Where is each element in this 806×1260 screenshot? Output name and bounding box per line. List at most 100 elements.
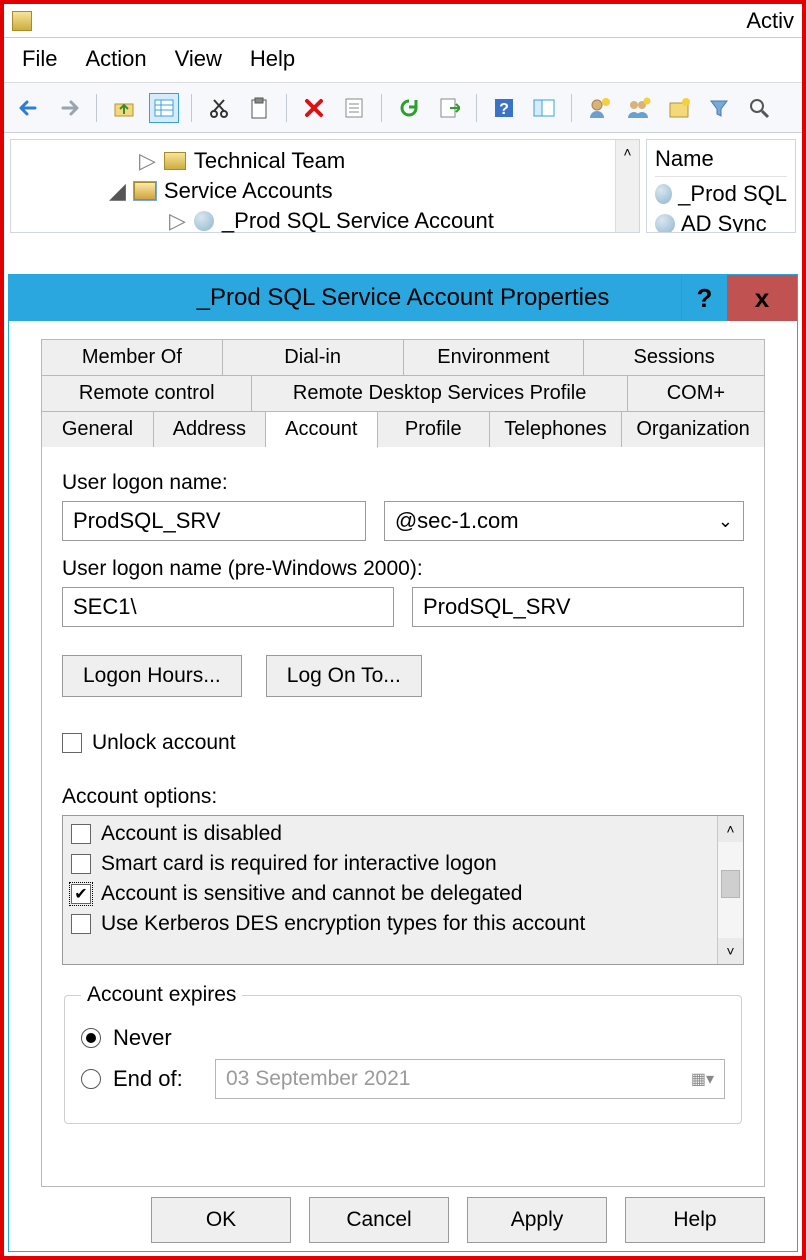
- tree-item-technical-team[interactable]: ▷ Technical Team: [21, 146, 629, 176]
- list-header-name[interactable]: Name: [655, 146, 787, 177]
- tree-label: Technical Team: [194, 148, 345, 174]
- refresh-icon[interactable]: [394, 93, 424, 123]
- filter-icon[interactable]: [704, 93, 734, 123]
- table-grid-icon[interactable]: [149, 93, 179, 123]
- tab-sessions[interactable]: Sessions: [584, 339, 765, 376]
- main-toolbar: ?: [4, 83, 802, 133]
- list-pane[interactable]: Name _Prod SQL AD Sync: [646, 139, 796, 233]
- main-menubar: File Action View Help: [4, 38, 802, 83]
- expires-never-label: Never: [113, 1025, 172, 1051]
- account-options-list[interactable]: Account is disabled Smart card is requir…: [62, 815, 744, 965]
- calendar-dropdown-icon: ▦▾: [691, 1069, 714, 1089]
- tree-pane[interactable]: ▷ Technical Team ◢ Service Accounts ▷ _P…: [10, 139, 640, 233]
- log-on-to-button[interactable]: Log On To...: [266, 655, 422, 697]
- pre2000-user-input[interactable]: ProdSQL_SRV: [412, 587, 744, 627]
- scroll-up-icon[interactable]: ˄: [718, 816, 743, 842]
- search-icon[interactable]: [744, 93, 774, 123]
- checkbox-icon: [71, 824, 91, 844]
- scroll-down-icon[interactable]: ˅: [718, 938, 743, 964]
- new-user-icon[interactable]: [584, 93, 614, 123]
- titlebar-help-button[interactable]: ?: [681, 275, 727, 321]
- user-icon: [194, 211, 214, 231]
- tree-item-service-accounts[interactable]: ◢ Service Accounts: [21, 176, 629, 206]
- menu-action[interactable]: Action: [85, 46, 146, 72]
- add-to-group-icon[interactable]: [624, 93, 654, 123]
- option-sensitive-no-delegation[interactable]: ✔ Account is sensitive and cannot be del…: [71, 882, 709, 906]
- toolbar-separator: [286, 94, 287, 122]
- expand-icon[interactable]: ▷: [169, 208, 186, 234]
- tree-item-prod-sql-service-account[interactable]: ▷ _Prod SQL Service Account: [21, 206, 629, 236]
- upn-suffix-combo[interactable]: @sec-1.com ⌄: [384, 501, 744, 541]
- ok-button[interactable]: OK: [151, 1197, 291, 1243]
- folder-icon: [164, 152, 186, 170]
- tab-organization[interactable]: Organization: [622, 411, 765, 448]
- tab-rds-profile[interactable]: Remote Desktop Services Profile: [252, 375, 627, 412]
- tab-member-of[interactable]: Member Of: [41, 339, 223, 376]
- back-arrow-icon[interactable]: [14, 93, 44, 123]
- tab-strip: Member Of Dial-in Environment Sessions R…: [41, 339, 765, 447]
- new-ou-icon[interactable]: [664, 93, 694, 123]
- scroll-up-icon[interactable]: ˄: [616, 140, 639, 164]
- pre2000-domain-input[interactable]: SEC1\: [62, 587, 394, 627]
- toolbar-separator: [476, 94, 477, 122]
- menu-help[interactable]: Help: [250, 46, 295, 72]
- radio-icon: [81, 1069, 101, 1089]
- forward-arrow-icon[interactable]: [54, 93, 84, 123]
- menu-file[interactable]: File: [22, 46, 57, 72]
- pre2000-label: User logon name (pre-Windows 2000):: [62, 557, 744, 581]
- details-pane-icon[interactable]: [529, 93, 559, 123]
- tab-profile[interactable]: Profile: [378, 411, 490, 448]
- tab-general[interactable]: General: [41, 411, 154, 448]
- expires-date-text: 03 September 2021: [226, 1067, 410, 1091]
- toolbar-separator: [191, 94, 192, 122]
- folder-icon: [134, 182, 156, 200]
- list-item-label: AD Sync: [681, 211, 767, 233]
- dialog-titlebar[interactable]: _Prod SQL Service Account Properties ? x: [9, 275, 797, 321]
- list-item[interactable]: _Prod SQL: [655, 177, 787, 207]
- svg-text:?: ?: [499, 101, 509, 118]
- expires-endof-label: End of:: [113, 1066, 203, 1092]
- apply-button[interactable]: Apply: [467, 1197, 607, 1243]
- tab-remote-control[interactable]: Remote control: [41, 375, 252, 412]
- chevron-down-icon: ⌄: [718, 511, 733, 532]
- tab-dial-in[interactable]: Dial-in: [223, 339, 404, 376]
- tab-com-plus[interactable]: COM+: [628, 375, 765, 412]
- logon-hours-button[interactable]: Logon Hours...: [62, 655, 242, 697]
- help-icon[interactable]: ?: [489, 93, 519, 123]
- option-account-disabled[interactable]: Account is disabled: [71, 822, 709, 846]
- delete-x-icon[interactable]: [299, 93, 329, 123]
- unlock-account-checkbox[interactable]: Unlock account: [62, 731, 744, 755]
- checkbox-icon: [71, 854, 91, 874]
- export-list-icon[interactable]: [434, 93, 464, 123]
- tree-scrollbar[interactable]: ˄: [615, 140, 639, 232]
- option-kerberos-des[interactable]: Use Kerberos DES encryption types for th…: [71, 912, 709, 936]
- menu-view[interactable]: View: [175, 46, 222, 72]
- list-item[interactable]: AD Sync: [655, 207, 787, 233]
- tab-telephones[interactable]: Telephones: [490, 411, 623, 448]
- logon-name-input[interactable]: ProdSQL_SRV: [62, 501, 366, 541]
- properties-icon[interactable]: [339, 93, 369, 123]
- tab-account[interactable]: Account: [266, 411, 378, 448]
- titlebar-close-button[interactable]: x: [727, 275, 797, 321]
- expires-date-picker[interactable]: 03 September 2021 ▦▾: [215, 1059, 725, 1099]
- cut-icon[interactable]: [204, 93, 234, 123]
- cancel-button[interactable]: Cancel: [309, 1197, 449, 1243]
- properties-dialog: _Prod SQL Service Account Properties ? x…: [8, 274, 798, 1252]
- clipboard-icon[interactable]: [244, 93, 274, 123]
- options-scrollbar[interactable]: ˄ ˅: [717, 816, 743, 964]
- aduc-icon: [12, 11, 32, 31]
- expires-endof-radio[interactable]: End of: 03 September 2021 ▦▾: [81, 1059, 725, 1099]
- option-label: Smart card is required for interactive l…: [101, 852, 497, 876]
- expand-icon[interactable]: ▷: [139, 148, 156, 174]
- checkbox-icon: [71, 914, 91, 934]
- help-button[interactable]: Help: [625, 1197, 765, 1243]
- tab-address[interactable]: Address: [154, 411, 266, 448]
- up-folder-icon[interactable]: [109, 93, 139, 123]
- scroll-thumb[interactable]: [721, 870, 740, 898]
- option-smart-card-required[interactable]: Smart card is required for interactive l…: [71, 852, 709, 876]
- collapse-icon[interactable]: ◢: [109, 178, 126, 204]
- main-title: Activ: [746, 8, 794, 34]
- tab-environment[interactable]: Environment: [404, 339, 585, 376]
- user-icon: [655, 184, 672, 204]
- expires-never-radio[interactable]: Never: [81, 1025, 725, 1051]
